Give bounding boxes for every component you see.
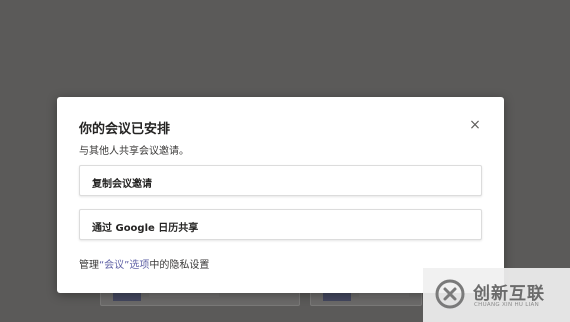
watermark: 创新互联 CHUANG XIN HU LIAN	[423, 268, 570, 322]
copy-meeting-invite-button[interactable]: 复制会议邀请	[79, 165, 482, 196]
manage-privacy-text: 管理“会议”选项中的隐私设置	[79, 256, 209, 271]
share-via-google-calendar-label: 通过 Google 日历共享	[92, 223, 199, 234]
watermark-brand-name: 创新互联	[473, 284, 545, 304]
dialog-title: 你的会议已安排	[79, 122, 171, 137]
manage-prefix: 管理	[79, 260, 99, 271]
share-via-google-calendar-button[interactable]: 通过 Google 日历共享	[79, 209, 482, 240]
watermark-brand-subtitle: CHUANG XIN HU LIAN	[474, 302, 540, 308]
brand-logo-icon	[435, 279, 465, 309]
dialog-subtitle: 与其他人共享会议邀请。	[79, 146, 189, 157]
copy-meeting-invite-label: 复制会议邀请	[92, 179, 152, 190]
manage-suffix: 中的隐私设置	[149, 260, 210, 271]
meeting-options-link[interactable]: “会议”选项	[99, 260, 149, 271]
meeting-scheduled-dialog: 你的会议已安排 与其他人共享会议邀请。 × 复制会议邀请 通过 Google 日…	[57, 97, 504, 293]
close-icon[interactable]: ×	[467, 117, 483, 133]
